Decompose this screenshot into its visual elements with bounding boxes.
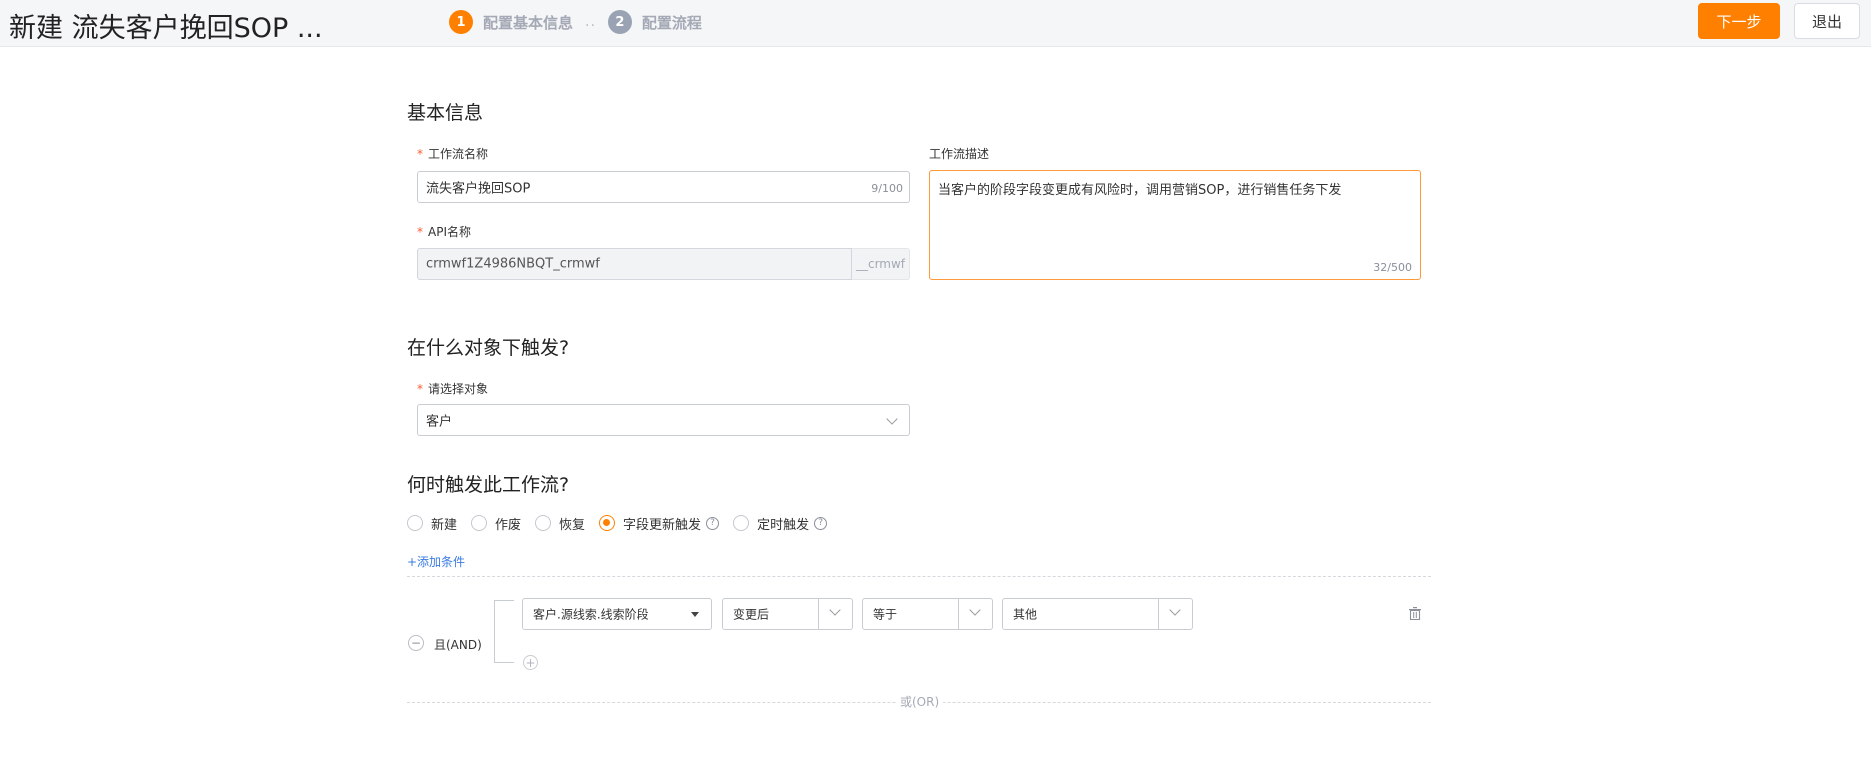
radio-label: 新建 — [431, 517, 458, 533]
condition-value-value: 其他 — [1013, 607, 1038, 622]
workflow-desc-value: 当客户的阶段字段变更成有风险时，调用营销SOP，进行销售任务下发 — [938, 183, 1342, 198]
workflow-desc-label: 工作流描述 — [929, 147, 990, 161]
section-title-trigger: 何时触发此工作流? — [407, 474, 570, 496]
step-1-label[interactable]: 配置基本信息 — [483, 12, 573, 33]
chevron-down-icon — [969, 604, 981, 616]
condition-field-value: 客户.源线索.线索阶段 — [533, 607, 649, 622]
dropdown-toggle[interactable] — [818, 599, 852, 629]
radio-button[interactable] — [733, 515, 750, 531]
object-select[interactable]: 客户 — [417, 404, 910, 436]
api-name-input[interactable]: crmwf1Z4986NBQT_crmwf — [417, 248, 852, 280]
condition-operator-select[interactable]: 等于 — [862, 598, 993, 630]
condition-operator-value: 等于 — [873, 607, 898, 622]
add-sub-condition-icon[interactable]: + — [523, 655, 538, 670]
divider-top — [407, 576, 1431, 577]
radio-create[interactable]: 新建 — [407, 514, 457, 533]
radio-label: 定时触发 — [757, 517, 810, 533]
radio-void[interactable]: 作废 — [471, 514, 521, 533]
condition-value-select[interactable]: 其他 — [1002, 598, 1193, 630]
page-title: 新建 流失客户挽回SOP ... — [9, 13, 323, 44]
section-title-basic: 基本信息 — [407, 102, 484, 124]
dropdown-toggle[interactable] — [958, 599, 992, 629]
api-name-suffix: __crmwf — [852, 248, 910, 280]
condition-field-select[interactable]: 客户.源线索.线索阶段 — [522, 598, 712, 630]
help-icon[interactable]: ? — [706, 516, 720, 530]
radio-label: 恢复 — [559, 517, 586, 533]
radio-button[interactable] — [535, 515, 552, 531]
top-header: 新建 流失客户挽回SOP ... 1 配置基本信息 .. 2 配置流程 下一步 … — [0, 0, 1871, 47]
object-select-value: 客户 — [426, 414, 453, 430]
or-label: 或(OR) — [896, 693, 944, 710]
workflow-name-value: 流失客户挽回SOP — [426, 181, 531, 197]
radio-restore[interactable]: 恢复 — [535, 514, 585, 533]
and-label: 且(AND) — [434, 638, 482, 652]
condition-timing-select[interactable]: 变更后 — [722, 598, 853, 630]
step-indicator: 1 配置基本信息 .. 2 配置流程 — [449, 9, 702, 35]
radio-button-checked[interactable] — [599, 515, 616, 531]
caret-down-icon — [691, 612, 699, 617]
step-2-number: 2 — [607, 10, 632, 34]
chevron-down-icon — [829, 604, 841, 616]
exit-button[interactable]: 退出 — [1794, 3, 1860, 39]
radio-label: 字段更新触发 — [623, 517, 702, 533]
next-step-button[interactable]: 下一步 — [1698, 3, 1780, 39]
step-separator: .. — [585, 14, 596, 30]
minus-circle-icon[interactable]: − — [408, 635, 424, 651]
workflow-name-input[interactable]: 流失客户挽回SOP 9/100 — [417, 171, 910, 203]
chevron-down-icon — [1169, 604, 1181, 616]
trash-icon[interactable] — [1409, 607, 1421, 620]
workflow-desc-counter: 32/500 — [1373, 261, 1412, 274]
radio-button[interactable] — [471, 515, 488, 531]
step-1-number: 1 — [449, 10, 473, 34]
condition-bracket — [494, 600, 514, 663]
api-name-value: crmwf1Z4986NBQT_crmwf — [426, 256, 600, 272]
api-name-label: * API名称 — [417, 225, 471, 239]
add-condition-link[interactable]: +添加条件 — [407, 553, 465, 570]
object-select-label: * 请选择对象 — [417, 382, 489, 396]
radio-scheduled[interactable]: 定时触发 ? — [733, 514, 828, 533]
help-icon[interactable]: ? — [814, 516, 828, 530]
dropdown-toggle[interactable] — [1158, 599, 1192, 629]
step-2-label[interactable]: 配置流程 — [642, 12, 702, 33]
radio-label: 作废 — [495, 517, 522, 533]
workflow-name-counter: 9/100 — [871, 182, 903, 195]
chevron-down-icon — [886, 413, 898, 425]
workflow-name-label: * 工作流名称 — [417, 147, 489, 161]
condition-timing-value: 变更后 — [733, 607, 770, 622]
radio-button[interactable] — [407, 515, 423, 531]
trigger-radio-group: 新建 作废 恢复 字段更新触发 ? 定时触发 ? — [407, 513, 841, 533]
radio-field-update[interactable]: 字段更新触发 ? — [599, 514, 720, 533]
workflow-desc-textarea[interactable]: 当客户的阶段字段变更成有风险时，调用营销SOP，进行销售任务下发 32/500 — [929, 170, 1421, 280]
api-name-field: crmwf1Z4986NBQT_crmwf __crmwf — [417, 248, 910, 280]
section-title-object: 在什么对象下触发? — [407, 337, 570, 359]
